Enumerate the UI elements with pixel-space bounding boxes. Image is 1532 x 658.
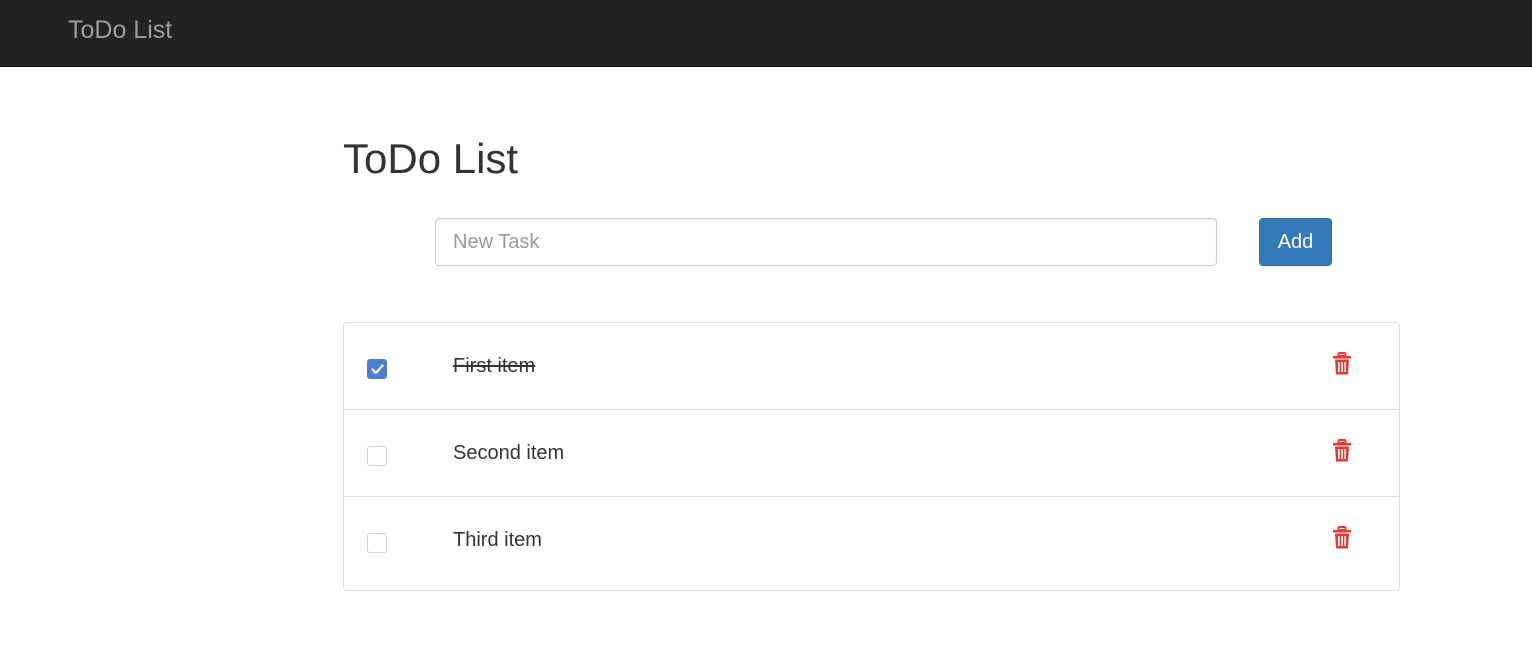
add-task-button[interactable]: Add <box>1259 218 1332 266</box>
task-label: Third item <box>453 529 542 551</box>
task-checkbox[interactable] <box>367 446 387 466</box>
page-title: ToDo List <box>343 135 519 182</box>
navbar-brand[interactable]: ToDo List <box>68 15 172 45</box>
trash-icon[interactable] <box>1332 439 1352 463</box>
task-checkbox[interactable] <box>367 533 387 553</box>
task-label: Second item <box>453 442 565 464</box>
task-list: First item Second item Third item <box>343 322 1400 591</box>
task-row: Second item <box>344 410 1399 497</box>
task-row: Third item <box>344 497 1399 590</box>
task-checkbox[interactable] <box>367 359 387 379</box>
navbar: ToDo List <box>0 0 1532 67</box>
trash-icon[interactable] <box>1332 526 1352 550</box>
task-row: First item <box>344 323 1399 410</box>
check-icon <box>371 364 384 375</box>
trash-icon[interactable] <box>1332 352 1352 376</box>
new-task-input[interactable] <box>435 218 1217 266</box>
task-label: First item <box>453 355 536 377</box>
